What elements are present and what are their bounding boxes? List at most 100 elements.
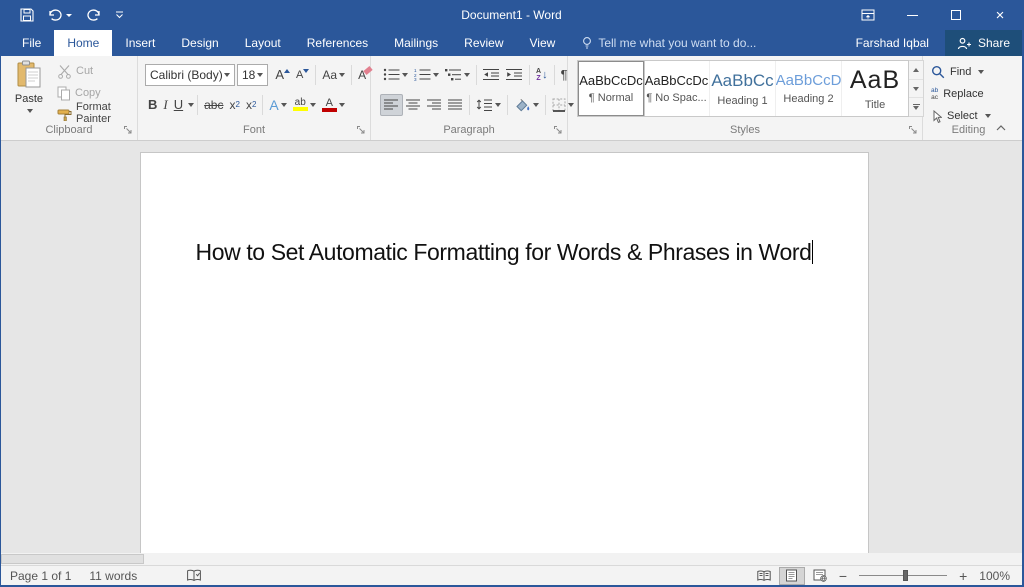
- styles-gallery-scroll: [909, 60, 924, 117]
- share-button[interactable]: Share: [945, 30, 1022, 56]
- shrink-font-arrow-icon: [303, 69, 309, 73]
- tab-insert[interactable]: Insert: [112, 30, 168, 56]
- horizontal-scrollbar[interactable]: [1, 553, 1022, 565]
- styles-more-button[interactable]: [909, 98, 923, 116]
- undo-dropdown-caret[interactable]: [66, 14, 72, 17]
- find-button[interactable]: Find: [931, 62, 984, 82]
- document-area: How to Set Automatic Formatting for Word…: [1, 141, 1022, 553]
- cut-button[interactable]: Cut: [57, 61, 93, 81]
- font-color-button[interactable]: A: [319, 94, 348, 116]
- bullets-caret: [402, 73, 408, 77]
- copy-button[interactable]: Copy: [57, 83, 101, 103]
- change-case-button[interactable]: Aa: [319, 64, 348, 86]
- zoom-in-button[interactable]: +: [955, 568, 971, 584]
- minimize-button[interactable]: [890, 0, 934, 30]
- pilcrow-icon: ¶: [561, 67, 568, 82]
- print-layout-button[interactable]: [779, 567, 805, 585]
- justify-button[interactable]: [445, 94, 466, 116]
- paste-button[interactable]: Paste: [7, 60, 51, 126]
- style-sample: AaBbCcDc: [645, 73, 709, 88]
- shading-caret[interactable]: [533, 103, 539, 107]
- tab-design[interactable]: Design: [168, 30, 231, 56]
- undo-button[interactable]: [43, 3, 77, 27]
- style-sample: AaBbCcDc: [579, 73, 643, 88]
- text-effects-button[interactable]: A: [266, 94, 289, 116]
- style-label: Title: [865, 99, 885, 111]
- tab-file[interactable]: File: [9, 30, 54, 56]
- italic-button[interactable]: I: [160, 94, 170, 116]
- horizontal-scrollbar-thumb[interactable]: [1, 554, 144, 564]
- web-layout-button[interactable]: [807, 567, 833, 585]
- zoom-out-button[interactable]: −: [835, 568, 851, 584]
- font-family-combo[interactable]: Calibri (Body): [145, 64, 235, 86]
- grow-font-button[interactable]: A: [272, 64, 293, 86]
- font-size-combo[interactable]: 18: [237, 64, 268, 86]
- save-button[interactable]: [15, 3, 39, 27]
- subscript-button[interactable]: x2: [226, 94, 242, 116]
- style-heading-2[interactable]: AaBbCcD Heading 2: [776, 61, 842, 116]
- decrease-indent-button[interactable]: [480, 64, 503, 86]
- paragraph-dialog-launcher[interactable]: [552, 124, 563, 135]
- shrink-font-button[interactable]: A: [293, 64, 312, 86]
- zoom-slider[interactable]: [859, 575, 947, 576]
- font-color-dropdown-caret[interactable]: [339, 103, 345, 107]
- tab-references[interactable]: References: [294, 30, 381, 56]
- select-dropdown-caret[interactable]: [985, 114, 991, 118]
- collapse-ribbon-button[interactable]: [994, 122, 1008, 134]
- font-dialog-launcher[interactable]: [355, 124, 366, 135]
- page-number-indicator[interactable]: Page 1 of 1: [1, 569, 80, 583]
- heading-text: How to Set Automatic Formatting for Word…: [196, 239, 812, 265]
- style-normal[interactable]: AaBbCcDc ¶ Normal: [578, 61, 644, 116]
- align-right-button[interactable]: [424, 94, 445, 116]
- styles-scroll-down-button[interactable]: [909, 80, 923, 99]
- line-spacing-button[interactable]: [473, 94, 504, 116]
- shading-button[interactable]: [511, 94, 542, 116]
- customize-qat-button[interactable]: [110, 3, 129, 27]
- align-center-button[interactable]: [403, 94, 424, 116]
- maximize-button[interactable]: [934, 0, 978, 30]
- tab-review[interactable]: Review: [451, 30, 516, 56]
- styles-group-caption: Styles: [568, 124, 922, 136]
- tab-view[interactable]: View: [517, 30, 569, 56]
- underline-button[interactable]: U: [171, 94, 186, 116]
- document-page[interactable]: How to Set Automatic Formatting for Word…: [140, 152, 869, 553]
- close-button[interactable]: ×: [978, 0, 1022, 30]
- read-mode-button[interactable]: [751, 567, 777, 585]
- redo-button[interactable]: [81, 3, 106, 27]
- style-title[interactable]: AaB Title: [842, 61, 908, 116]
- style-heading-1[interactable]: AaBbCc Heading 1: [710, 61, 776, 116]
- tab-layout[interactable]: Layout: [232, 30, 294, 56]
- style-no-spacing[interactable]: AaBbCcDc ¶ No Spac...: [644, 61, 710, 116]
- format-painter-button[interactable]: Format Painter: [57, 103, 137, 123]
- tell-me-box[interactable]: Tell me what you want to do...: [582, 30, 756, 56]
- paste-dropdown-caret[interactable]: [27, 109, 33, 113]
- increase-indent-button[interactable]: [503, 64, 526, 86]
- select-button[interactable]: Select: [931, 106, 991, 126]
- scissors-icon: [57, 64, 72, 79]
- highlight-dropdown-caret[interactable]: [310, 103, 316, 107]
- tab-home[interactable]: Home: [54, 30, 112, 56]
- align-left-button[interactable]: [380, 94, 403, 116]
- underline-dropdown-caret[interactable]: [188, 103, 194, 107]
- replace-button[interactable]: ab ac Replace: [931, 84, 984, 104]
- tab-mailings[interactable]: Mailings: [381, 30, 451, 56]
- clipboard-dialog-launcher[interactable]: [122, 124, 133, 135]
- styles-dialog-launcher[interactable]: [907, 124, 918, 135]
- bold-button[interactable]: B: [145, 94, 160, 116]
- superscript-button[interactable]: x2: [243, 94, 259, 116]
- bullets-button[interactable]: [380, 64, 411, 86]
- word-count-indicator[interactable]: 11 words: [80, 569, 146, 583]
- ribbon-display-options-button[interactable]: [846, 0, 890, 30]
- strikethrough-button[interactable]: abc: [201, 94, 226, 116]
- find-dropdown-caret[interactable]: [978, 70, 984, 74]
- sort-button[interactable]: A Z ↓: [533, 64, 551, 86]
- numbering-button[interactable]: 123: [411, 64, 442, 86]
- text-highlight-button[interactable]: ab: [290, 94, 319, 116]
- zoom-level-indicator[interactable]: 100%: [973, 569, 1012, 583]
- zoom-slider-thumb[interactable]: [903, 570, 908, 581]
- multilevel-list-button[interactable]: [442, 64, 473, 86]
- user-name[interactable]: Farshad Iqbal: [856, 30, 945, 56]
- proofing-status-button[interactable]: [146, 569, 211, 583]
- style-sample: AaB: [850, 66, 900, 95]
- styles-scroll-up-button[interactable]: [909, 61, 923, 80]
